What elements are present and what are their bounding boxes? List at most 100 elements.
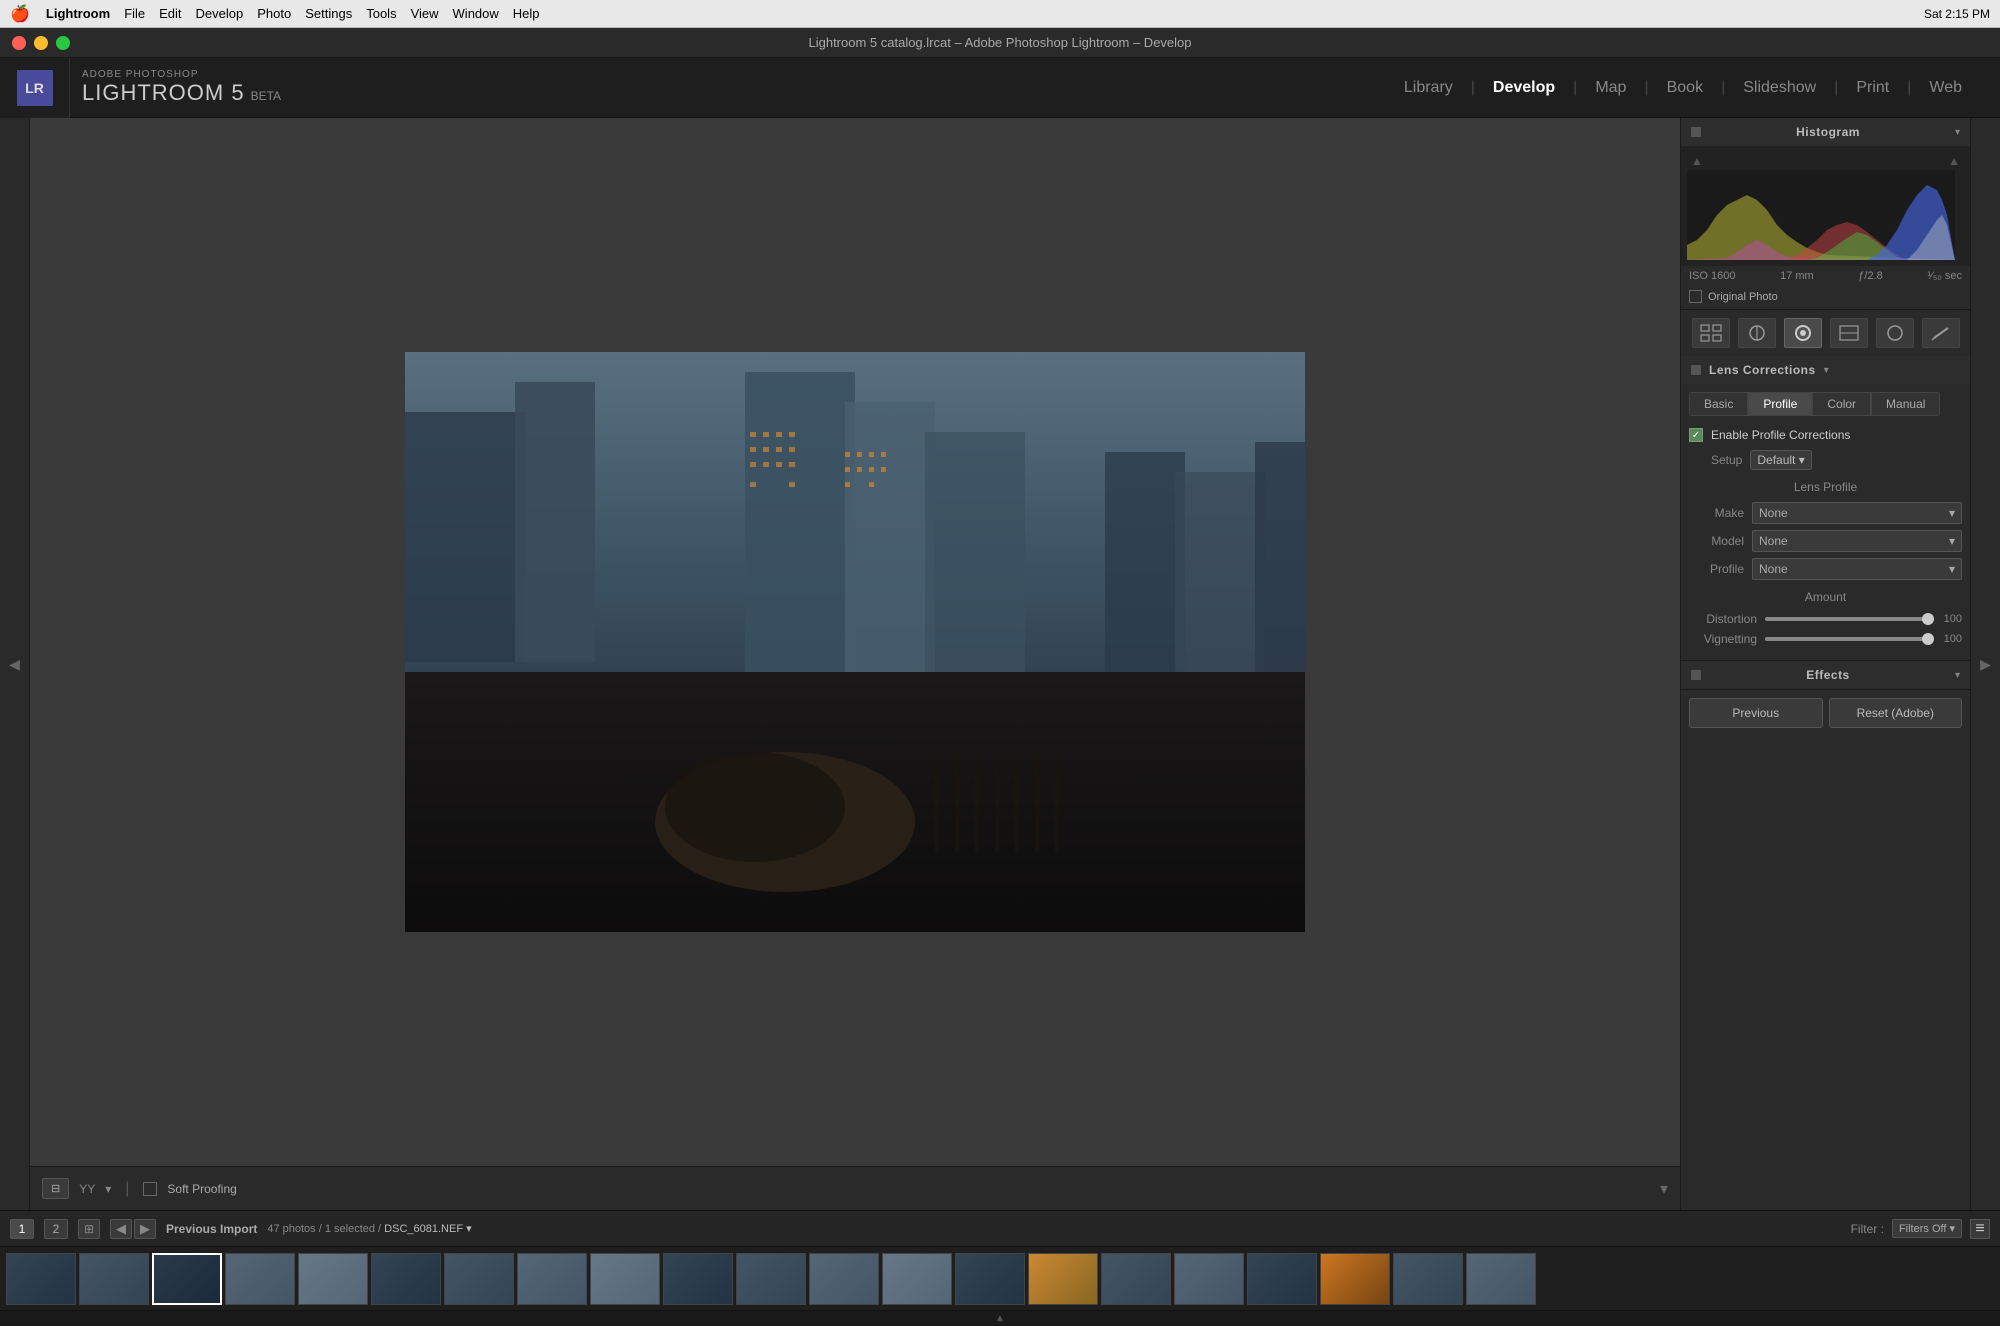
original-photo-checkbox[interactable]: [1689, 290, 1702, 303]
menu-develop[interactable]: Develop: [196, 6, 244, 21]
filmstrip-tab-1[interactable]: 1: [10, 1219, 34, 1239]
filmstrip-tab-2[interactable]: 2: [44, 1219, 68, 1239]
right-panel-toggle[interactable]: ▶: [1970, 118, 2000, 1210]
nav-slideshow[interactable]: Slideshow: [1725, 79, 1834, 97]
nav-map[interactable]: Map: [1577, 79, 1644, 97]
menu-settings[interactable]: Settings: [305, 6, 352, 21]
model-row: Model None ▾: [1689, 530, 1962, 552]
tab-basic[interactable]: Basic: [1689, 392, 1748, 416]
photo-info: ISO 1600 17 mm ƒ/2.8 ¹⁄₅₀ sec: [1681, 266, 1970, 286]
enable-profile-checkbox[interactable]: ✓: [1689, 428, 1703, 442]
filmstrip-expand[interactable]: ≡: [1970, 1219, 1990, 1239]
menu-view[interactable]: View: [411, 6, 439, 21]
thumb-17[interactable]: [1174, 1253, 1244, 1305]
crop-tool[interactable]: [1738, 318, 1776, 348]
menu-edit[interactable]: Edit: [159, 6, 181, 21]
photo-viewer: [30, 118, 1680, 1166]
profile-dropdown[interactable]: None ▾: [1752, 558, 1962, 580]
previous-button[interactable]: Previous: [1689, 698, 1823, 728]
effects-title: Effects: [1806, 668, 1850, 682]
thumb-20[interactable]: [1393, 1253, 1463, 1305]
right-panel: Histogram ▾ ▲ ▲: [1680, 118, 1970, 1210]
thumb-15[interactable]: [1028, 1253, 1098, 1305]
thumb-9[interactable]: [590, 1253, 660, 1305]
tab-manual[interactable]: Manual: [1871, 392, 1940, 416]
app-title: ADOBE PHOTOSHOP LIGHTROOM 5 BETA: [82, 69, 281, 106]
distortion-value: 100: [1936, 613, 1962, 625]
thumb-1[interactable]: [6, 1253, 76, 1305]
thumb-3-active[interactable]: [152, 1253, 222, 1305]
hist-highlight-warning[interactable]: ▲: [1948, 154, 1960, 168]
nav-prev-arrow[interactable]: ◀: [110, 1219, 132, 1239]
adjustment-brush[interactable]: [1922, 318, 1960, 348]
filter-dropdown[interactable]: Filters Off ▾: [1892, 1219, 1962, 1238]
filmstrip-grid-btn[interactable]: ⊞: [78, 1219, 100, 1239]
expand-btn[interactable]: ▾: [1660, 1179, 1668, 1199]
gradient-tool[interactable]: [1830, 318, 1868, 348]
lens-profile-section: Lens Profile Make None ▾ Model None ▾: [1689, 480, 1962, 580]
thumb-19[interactable]: [1320, 1253, 1390, 1305]
menu-tools[interactable]: Tools: [366, 6, 396, 21]
apple-menu[interactable]: 🍎: [10, 4, 30, 24]
vignetting-slider[interactable]: [1765, 637, 1928, 641]
nav-develop[interactable]: Develop: [1475, 79, 1573, 97]
tab-profile[interactable]: Profile: [1748, 392, 1812, 416]
filter-label: Filter :: [1851, 1222, 1884, 1236]
thumb-6[interactable]: [371, 1253, 441, 1305]
thumb-18[interactable]: [1247, 1253, 1317, 1305]
minimize-button[interactable]: [34, 36, 48, 50]
bottom-expand-icon: ▲: [995, 1313, 1005, 1324]
soft-proof-label: Soft Proofing: [167, 1182, 236, 1196]
histogram-header[interactable]: Histogram ▾: [1681, 118, 1970, 146]
thumb-16[interactable]: [1101, 1253, 1171, 1305]
thumb-14[interactable]: [955, 1253, 1025, 1305]
nav-print[interactable]: Print: [1838, 79, 1907, 97]
reset-button[interactable]: Reset (Adobe): [1829, 698, 1963, 728]
left-panel-toggle[interactable]: ◀: [0, 118, 30, 1210]
setup-dropdown[interactable]: Default ▾: [1750, 450, 1811, 470]
thumb-4[interactable]: [225, 1253, 295, 1305]
nav-web[interactable]: Web: [1911, 79, 1980, 97]
thumb-11[interactable]: [736, 1253, 806, 1305]
thumb-21[interactable]: [1466, 1253, 1536, 1305]
nav-next-arrow[interactable]: ▶: [134, 1219, 156, 1239]
iso-value: ISO 1600: [1689, 270, 1735, 282]
menu-photo[interactable]: Photo: [257, 6, 291, 21]
histogram-collapse[interactable]: [1691, 127, 1701, 137]
heal-tool[interactable]: [1784, 318, 1822, 348]
thumb-7[interactable]: [444, 1253, 514, 1305]
window-title: Lightroom 5 catalog.lrcat – Adobe Photos…: [808, 35, 1191, 50]
distortion-slider[interactable]: [1765, 617, 1928, 621]
toolbar-dropdown[interactable]: ▾: [105, 1182, 111, 1196]
make-dropdown[interactable]: None ▾: [1752, 502, 1962, 524]
menu-lightroom[interactable]: Lightroom: [46, 6, 110, 21]
thumb-2[interactable]: [79, 1253, 149, 1305]
effects-collapse-btn[interactable]: [1691, 670, 1701, 680]
thumb-10[interactable]: [663, 1253, 733, 1305]
menu-file[interactable]: File: [124, 6, 145, 21]
nav-library[interactable]: Library: [1386, 79, 1471, 97]
menu-window[interactable]: Window: [453, 6, 499, 21]
bottom-expand-bar[interactable]: ▲: [0, 1310, 2000, 1326]
view-mode-btn[interactable]: ⊟: [42, 1178, 69, 1199]
setup-label: Setup: [1711, 453, 1742, 467]
maximize-button[interactable]: [56, 36, 70, 50]
menu-help[interactable]: Help: [513, 6, 540, 21]
effects-header[interactable]: Effects ▾: [1681, 661, 1970, 689]
radial-tool[interactable]: [1876, 318, 1914, 348]
thumb-8[interactable]: [517, 1253, 587, 1305]
nav-book[interactable]: Book: [1649, 79, 1721, 97]
lens-corrections-header[interactable]: Lens Corrections ▾: [1681, 356, 1970, 384]
hist-shadow-warning[interactable]: ▲: [1691, 154, 1703, 168]
histogram-arrow[interactable]: ▾: [1955, 127, 1960, 138]
soft-proof-checkbox[interactable]: [143, 1182, 157, 1196]
lens-tabs: Basic Profile Color Manual: [1681, 384, 1970, 420]
lens-collapse-btn[interactable]: [1691, 365, 1701, 375]
thumb-13[interactable]: [882, 1253, 952, 1305]
tab-color[interactable]: Color: [1812, 392, 1871, 416]
close-button[interactable]: [12, 36, 26, 50]
thumb-5[interactable]: [298, 1253, 368, 1305]
thumb-12[interactable]: [809, 1253, 879, 1305]
grid-tool[interactable]: [1692, 318, 1730, 348]
model-dropdown[interactable]: None ▾: [1752, 530, 1962, 552]
